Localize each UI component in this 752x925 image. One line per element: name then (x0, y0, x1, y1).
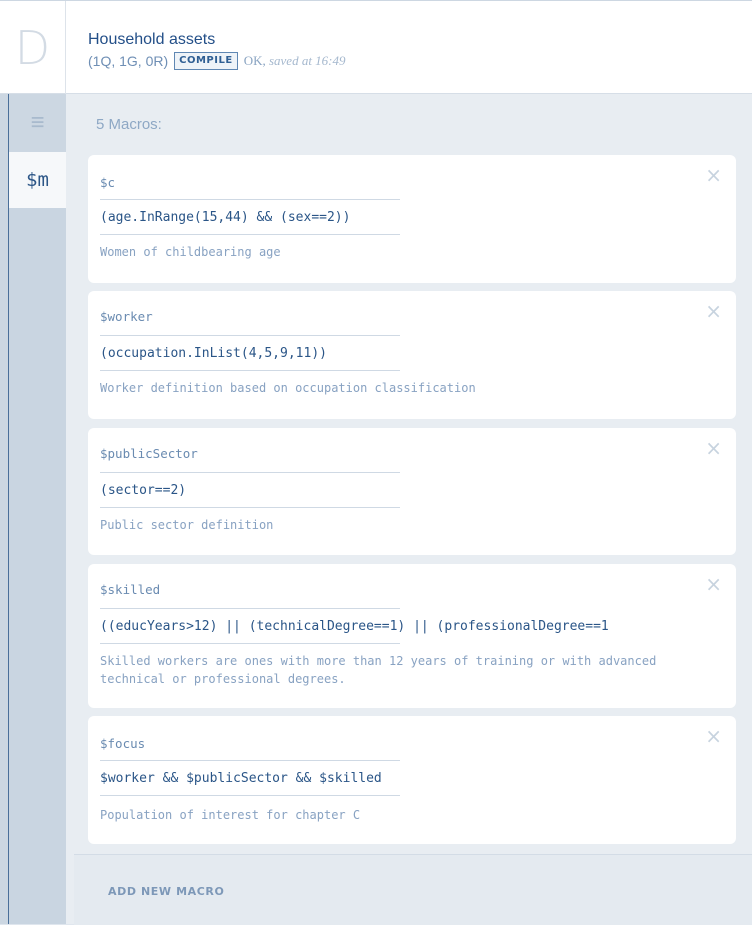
macro-expression[interactable]: (sector==2) (100, 483, 186, 498)
macro-description[interactable]: Skilled workers are ones with more than … (100, 652, 720, 688)
macro-description[interactable]: Population of interest for chapter C (100, 806, 720, 824)
close-icon[interactable]: × (705, 165, 722, 185)
sidebar-empty (9, 208, 66, 924)
close-icon[interactable]: × (705, 438, 722, 458)
divider (100, 608, 400, 609)
macro-expression[interactable]: ((educYears>12) || (technicalDegree==1) … (100, 619, 609, 634)
macro-card: $publicSector (sector==2) Public sector … (88, 428, 736, 555)
divider (100, 643, 400, 644)
macro-description[interactable]: Public sector definition (100, 516, 720, 534)
project-subline: (1Q, 1G, 0R) COMPILE OK, saved at 16:49 (88, 52, 346, 70)
macro-card: $skilled ((educYears>12) || (technicalDe… (88, 564, 736, 708)
divider (100, 760, 400, 761)
compile-button[interactable]: COMPILE (174, 52, 238, 70)
macro-expression[interactable]: (occupation.InList(4,5,9,11)) (100, 346, 327, 361)
save-status: OK, saved at 16:49 (244, 53, 346, 69)
macro-expression[interactable]: (age.InRange(15,44) && (sex==2)) (100, 210, 350, 225)
divider (100, 370, 400, 371)
app-logo: D (0, 1, 66, 95)
macro-name[interactable]: $skilled (100, 582, 160, 597)
macro-card: $c (age.InRange(15,44) && (sex==2)) Wome… (88, 155, 736, 283)
macro-expression[interactable]: $worker && $publicSector && $skilled (100, 771, 382, 786)
macro-name[interactable]: $publicSector (100, 446, 198, 461)
header-info: Household assets (1Q, 1G, 0R) COMPILE OK… (88, 30, 346, 70)
close-icon[interactable]: × (705, 726, 722, 746)
macro-card: $worker (occupation.InList(4,5,9,11)) Wo… (88, 291, 736, 419)
add-macro-button[interactable]: ADD NEW MACRO (108, 885, 224, 898)
project-counts: (1Q, 1G, 0R) (88, 53, 169, 69)
header-bar: D Household assets (1Q, 1G, 0R) COMPILE … (0, 0, 752, 95)
macro-name[interactable]: $focus (100, 736, 145, 751)
menu-icon[interactable]: ≡ (9, 94, 66, 152)
macro-card: $focus $worker && $publicSector && $skil… (88, 716, 736, 844)
macros-heading: 5 Macros: (96, 116, 162, 133)
sidebar-item-macros[interactable]: $m (9, 152, 66, 208)
divider (100, 335, 400, 336)
status-ok: OK, (243, 53, 266, 68)
divider (100, 472, 400, 473)
macro-name[interactable]: $c (100, 175, 115, 190)
macro-description[interactable]: Women of childbearing age (100, 243, 720, 261)
divider (100, 199, 400, 200)
macro-name[interactable]: $worker (100, 309, 153, 324)
close-icon[interactable]: × (705, 574, 722, 594)
project-title: Household assets (88, 31, 216, 48)
close-icon[interactable]: × (705, 301, 722, 321)
divider (100, 234, 400, 235)
divider (100, 795, 400, 796)
status-saved: saved at 16:49 (268, 53, 346, 68)
macro-description[interactable]: Worker definition based on occupation cl… (100, 379, 720, 397)
divider (100, 507, 400, 508)
